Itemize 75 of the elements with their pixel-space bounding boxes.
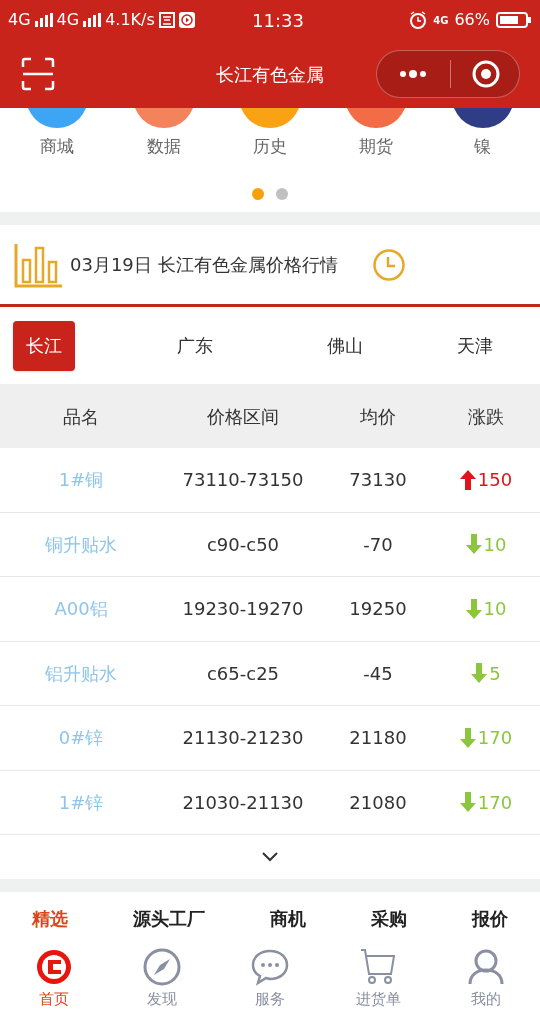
status-time: 11:33 xyxy=(252,8,304,33)
header-title: 03月19日 长江有色金属价格行情 xyxy=(70,253,338,277)
price-range: 21130-21230 xyxy=(181,726,305,751)
average-price: 21180 xyxy=(348,726,408,751)
user-icon xyxy=(467,948,505,986)
signal-icon xyxy=(83,13,102,27)
category-tab[interactable]: 源头工厂 xyxy=(133,904,205,932)
status-text: 4G xyxy=(8,9,31,31)
tab-bar-item[interactable]: 服务 xyxy=(225,948,315,1011)
arrow-down-icon xyxy=(471,663,488,684)
expand-button[interactable] xyxy=(261,851,279,863)
cart-icon xyxy=(359,948,397,986)
play-icon xyxy=(178,12,195,28)
notification-icon xyxy=(158,12,175,28)
shortcut-label[interactable]: 数据 xyxy=(146,134,181,160)
price-range: 19230-19270 xyxy=(181,597,305,622)
bar-chart-icon xyxy=(14,241,62,288)
price-range: 73110-73150 xyxy=(181,468,305,493)
shortcut-label[interactable]: 商城 xyxy=(40,134,75,160)
logo-icon xyxy=(35,948,73,986)
tab-bar-item[interactable]: 进货单 xyxy=(333,948,423,1011)
price-change: 170 xyxy=(477,726,513,751)
price-range: c65-c25 xyxy=(205,661,281,686)
category-tab[interactable]: 采购 xyxy=(371,904,407,932)
average-price: 21080 xyxy=(348,790,408,815)
shortcut-label[interactable]: 历史 xyxy=(252,134,287,160)
tab-bar-item[interactable]: 我的 xyxy=(441,948,531,1011)
arrow-down-icon xyxy=(459,792,476,813)
column-header: 品名 xyxy=(62,404,100,429)
arrow-down-icon xyxy=(465,598,482,619)
scan-icon xyxy=(21,57,55,91)
price-change: 170 xyxy=(477,790,513,815)
shortcut-label[interactable]: 期货 xyxy=(359,134,394,160)
price-change: 150 xyxy=(477,468,513,493)
battery-text: 66% xyxy=(454,9,490,31)
price-change: 10 xyxy=(483,597,507,622)
average-price: -45 xyxy=(362,661,394,686)
signal-icon xyxy=(34,13,53,27)
close-icon xyxy=(472,60,500,88)
compass-icon xyxy=(143,948,181,986)
column-header: 涨跌 xyxy=(467,404,505,429)
average-price: 19250 xyxy=(348,597,408,622)
region-tab[interactable]: 长江 xyxy=(13,320,75,371)
status-text: 4G xyxy=(56,9,80,31)
arrow-down-icon xyxy=(465,534,482,555)
battery-icon xyxy=(496,11,532,29)
arrow-down-icon xyxy=(459,727,476,748)
region-tab[interactable]: 佛山 xyxy=(270,320,420,371)
nav-title: 长江有色金属 xyxy=(215,62,325,87)
shortcut-label[interactable]: 镍 xyxy=(474,134,492,160)
category-tab[interactable]: 报价 xyxy=(472,904,508,932)
column-header: 均价 xyxy=(359,404,397,429)
region-tab[interactable]: 广东 xyxy=(120,320,270,371)
category-tab[interactable]: 精选 xyxy=(32,904,68,932)
alarm-icon xyxy=(409,11,428,29)
more-icon xyxy=(398,69,428,79)
network-label: 4G xyxy=(433,13,449,28)
capsule-control[interactable] xyxy=(376,50,520,98)
clock-icon xyxy=(371,247,406,282)
tab-bar-item[interactable]: 发现 xyxy=(117,948,207,1011)
price-change: 5 xyxy=(489,661,501,686)
average-price: 73130 xyxy=(348,468,408,493)
average-price: -70 xyxy=(362,532,394,557)
price-range: 21030-21130 xyxy=(181,790,305,815)
scan-button[interactable] xyxy=(20,56,56,92)
price-change: 10 xyxy=(483,532,507,557)
status-text: 4.1K/s xyxy=(105,9,155,31)
column-header: 价格区间 xyxy=(206,404,280,429)
tab-bar-item[interactable]: 首页 xyxy=(9,948,99,1011)
arrow-up-icon xyxy=(459,469,476,490)
chevron-down-icon xyxy=(261,851,279,863)
category-tab[interactable]: 商机 xyxy=(270,904,306,932)
chat-icon xyxy=(251,948,289,986)
price-range: c90-c50 xyxy=(205,532,281,557)
region-tab[interactable]: 天津 xyxy=(420,320,530,371)
